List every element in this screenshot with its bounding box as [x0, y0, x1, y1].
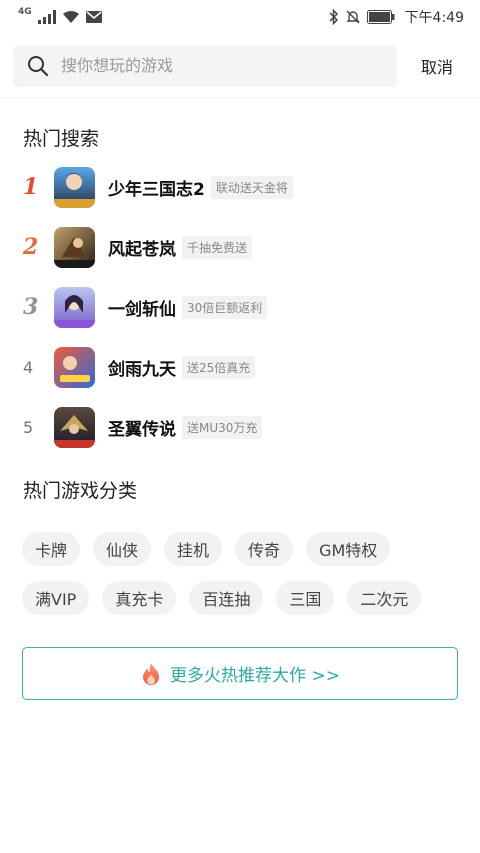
hot-item-3[interactable]: 3 一剑斩仙 30倍巨额返利 [0, 277, 480, 337]
category-chip[interactable]: 百连抽 [189, 581, 264, 615]
game-icon [54, 406, 95, 448]
game-tag: 联动送天金将 [210, 175, 293, 199]
category-chip[interactable]: 满VIP [22, 581, 90, 615]
category-chip[interactable]: 三国 [276, 581, 335, 615]
mute-bell-icon [345, 10, 360, 24]
rank-number: 5 [23, 417, 34, 437]
search-input[interactable] [61, 56, 361, 75]
category-chip[interactable]: 仙侠 [93, 532, 152, 566]
category-chip[interactable]: 挂机 [164, 532, 223, 566]
cancel-button[interactable]: 取消 [421, 54, 453, 78]
game-name: 少年三国志2 [108, 179, 205, 200]
clock: 下午4:49 [404, 10, 464, 26]
game-name: 风起苍岚 [108, 239, 176, 260]
category-chip[interactable]: 真充卡 [102, 581, 177, 615]
more-button-label: 更多火热推荐大作 >> [170, 666, 340, 686]
game-tag: 30倍巨额返利 [182, 295, 268, 319]
network-type: 4G [18, 7, 32, 17]
wifi-icon [62, 10, 79, 23]
hot-search-list: 1 少年三国志2 联动送天金将 2 风起苍岚 千抽免费送 3 一剑斩仙 30倍巨… [0, 157, 480, 457]
game-tag: 千抽免费送 [182, 235, 253, 259]
game-icon [54, 166, 95, 208]
search-box[interactable] [13, 44, 397, 87]
battery-icon [366, 10, 395, 24]
mail-icon [85, 11, 102, 23]
game-tag: 送MU30万充 [182, 415, 263, 439]
rank-number: 2 [23, 234, 39, 260]
search-icon [28, 55, 49, 76]
game-icon [54, 226, 95, 268]
hot-search-title: 热门搜索 [23, 128, 100, 150]
fire-icon [143, 662, 160, 685]
signal-icon [37, 10, 56, 24]
status-right: 下午4:49 [329, 7, 464, 27]
hot-item-1[interactable]: 1 少年三国志2 联动送天金将 [0, 157, 480, 217]
game-name: 一剑斩仙 [108, 299, 176, 320]
category-chip[interactable]: 二次元 [347, 581, 422, 615]
bluetooth-icon [329, 9, 338, 25]
game-name: 剑雨九天 [108, 359, 176, 380]
more-recommendations-button[interactable]: 更多火热推荐大作 >> [22, 647, 458, 700]
hot-item-4[interactable]: 4 剑雨九天 送25倍真充 [0, 337, 480, 397]
category-chip[interactable]: 传奇 [235, 532, 294, 566]
game-tag: 送25倍真充 [182, 355, 256, 379]
hot-item-2[interactable]: 2 风起苍岚 千抽免费送 [0, 217, 480, 277]
game-icon [54, 286, 95, 328]
rank-number: 4 [23, 357, 34, 377]
game-icon [54, 346, 95, 388]
hot-item-5[interactable]: 5 圣翼传说 送MU30万充 [0, 397, 480, 457]
category-chip[interactable]: 卡牌 [22, 532, 81, 566]
status-bar: 4G 下午4:49 [0, 0, 480, 34]
rank-number: 3 [23, 294, 39, 320]
status-left: 4G [18, 7, 102, 24]
category-chip[interactable]: GM特权 [306, 532, 391, 566]
rank-number: 1 [23, 174, 39, 200]
categories-title: 热门游戏分类 [23, 480, 138, 502]
category-row-1: 卡牌 仙侠 挂机 传奇 GM特权 [22, 532, 391, 566]
category-row-2: 满VIP 真充卡 百连抽 三国 二次元 [22, 581, 422, 615]
search-header: 取消 [0, 34, 480, 98]
game-name: 圣翼传说 [108, 419, 176, 440]
